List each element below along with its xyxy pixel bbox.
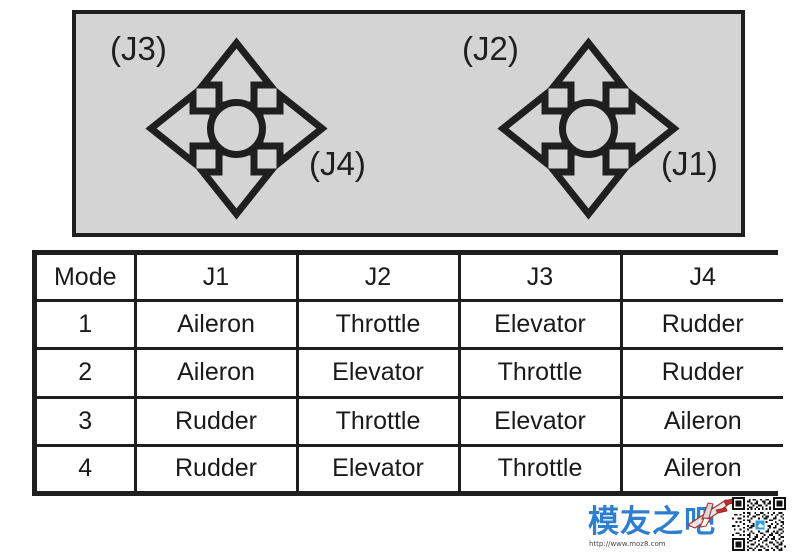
cell-j4: Rudder [619, 299, 783, 351]
cell-j2: Elevator [295, 347, 461, 399]
cell-mode: 1 [37, 299, 137, 351]
mode-mapping-table-container: Mode J1 J2 J3 J4 1 Aileron Throttle Elev… [32, 250, 783, 496]
watermark-url: http://www.moz8.com [589, 540, 666, 548]
cell-j4: Rudder [619, 347, 783, 399]
cell-mode: 2 [37, 347, 137, 399]
column-header-j1: J1 [133, 255, 299, 303]
cell-j2: Throttle [295, 395, 461, 447]
table-header-row: Mode J1 J2 J3 J4 [37, 255, 783, 303]
cell-j1: Rudder [133, 443, 299, 491]
cell-j4: Aileron [619, 395, 783, 447]
right-stick-group: (J2) (J1) [456, 14, 776, 233]
cell-j1: Aileron [133, 299, 299, 351]
cell-j4: Aileron [619, 443, 783, 491]
table-row: 4 Rudder Elevator Throttle Aileron [37, 443, 783, 491]
column-header-j3: J3 [457, 255, 623, 303]
table-row: 2 Aileron Elevator Throttle Rudder [37, 347, 783, 399]
cell-j1: Aileron [133, 347, 299, 399]
right-stick-cross-icon [496, 36, 681, 221]
cell-j1: Rudder [133, 395, 299, 447]
table-row: 3 Rudder Throttle Elevator Aileron [37, 395, 783, 447]
left-stick-group: (J3) (J4) [104, 14, 424, 233]
column-header-j2: J2 [295, 255, 461, 303]
mode-mapping-table: Mode J1 J2 J3 J4 1 Aileron Throttle Elev… [37, 255, 783, 491]
left-stick-cross-icon [144, 36, 329, 221]
cell-mode: 4 [37, 443, 137, 491]
qr-code-icon [732, 497, 786, 551]
cell-mode: 3 [37, 395, 137, 447]
cell-j3: Elevator [457, 395, 623, 447]
joystick-diagram-panel: (J3) (J4) (J2) (J1) [72, 10, 745, 237]
cell-j2: Elevator [295, 443, 461, 491]
cell-j3: Throttle [457, 443, 623, 491]
cell-j2: Throttle [295, 299, 461, 351]
watermark: 模友之吧 http://www.moz8.com [586, 497, 786, 555]
column-header-j4: J4 [619, 255, 783, 303]
cell-j3: Elevator [457, 299, 623, 351]
cell-j3: Throttle [457, 347, 623, 399]
table-row: 1 Aileron Throttle Elevator Rudder [37, 299, 783, 351]
airplane-icon [682, 497, 738, 531]
column-header-mode: Mode [37, 255, 137, 303]
